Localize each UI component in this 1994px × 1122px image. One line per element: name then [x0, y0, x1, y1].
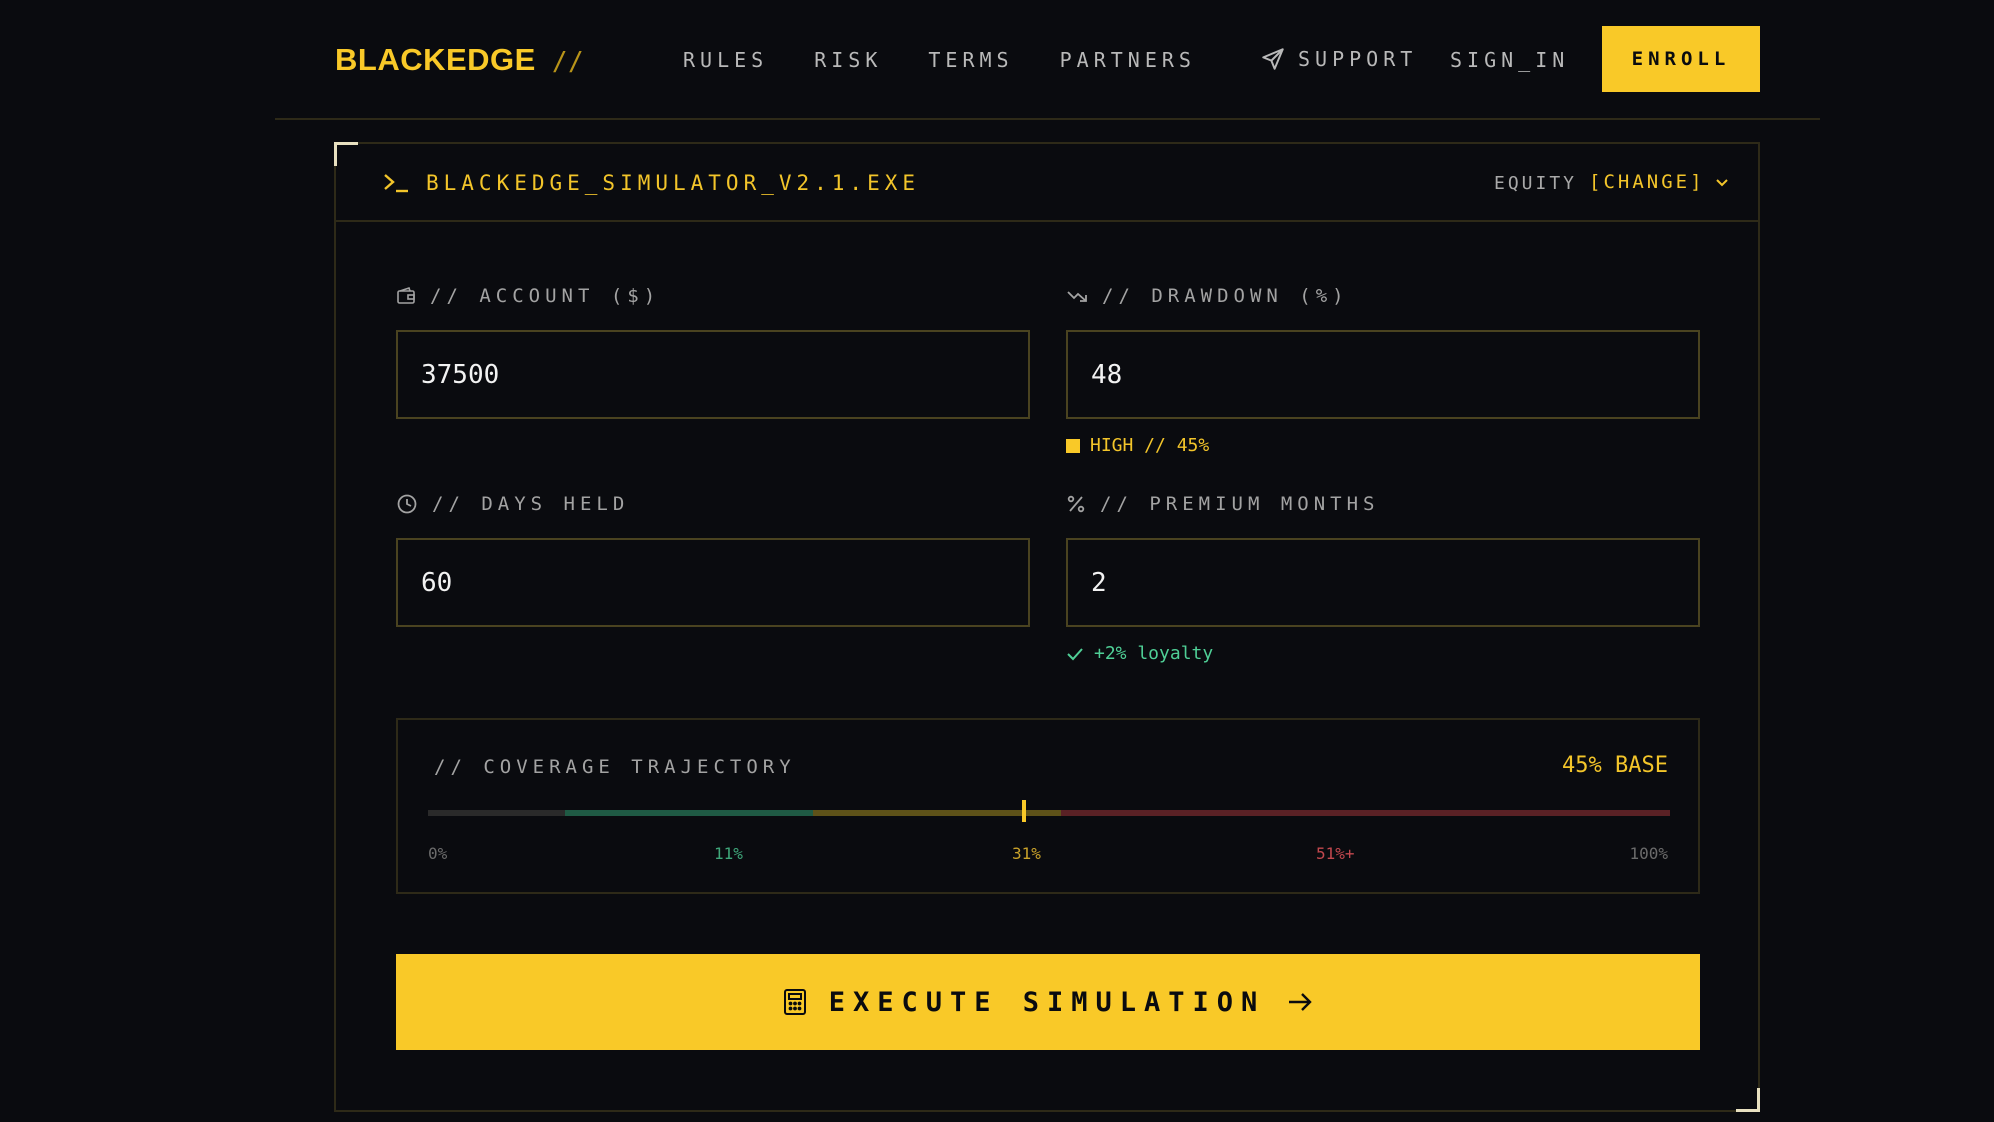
nav-link-terms[interactable]: TERMS	[928, 48, 1013, 72]
wallet-icon	[397, 286, 415, 304]
mode-label: EQUITY	[1494, 173, 1578, 194]
brand-logo[interactable]: BLACKEDGE //	[335, 42, 584, 78]
nav-link-risk[interactable]: RISK	[814, 48, 882, 72]
brand-suffix: //	[551, 47, 585, 77]
nav-links: RULES RISK TERMS PARTNERS	[683, 48, 1196, 72]
tick-label-31: 31%	[1012, 844, 1041, 863]
brand-name: BLACKEDGE	[335, 42, 536, 77]
drawdown-input[interactable]	[1066, 330, 1700, 419]
premium-months-label: // PREMIUM MONTHS	[1100, 493, 1380, 515]
calculator-icon	[783, 989, 806, 1015]
drawdown-label-row: // DRAWDOWN (%)	[1066, 284, 1700, 308]
drawdown-field-group: // DRAWDOWN (%) HIGH // 45%	[1066, 284, 1700, 456]
corner-bracket-bottom-right	[1736, 1088, 1760, 1112]
days-held-label-row: // DAYS HELD	[396, 492, 1030, 516]
enroll-button[interactable]: ENROLL	[1602, 26, 1760, 92]
drawdown-hint-text: HIGH // 45%	[1090, 435, 1210, 456]
support-label: SUPPORT	[1298, 47, 1418, 71]
days-held-input[interactable]	[396, 538, 1030, 627]
risk-indicator-square	[1066, 438, 1080, 453]
chevron-down-icon	[1715, 179, 1728, 187]
clock-icon	[397, 494, 417, 514]
trajectory-label: // COVERAGE TRAJECTORY	[434, 756, 796, 778]
mode-change-label: [CHANGE]	[1589, 171, 1705, 193]
trending-down-icon	[1067, 291, 1087, 302]
nav-link-rules[interactable]: RULES	[683, 48, 768, 72]
tick-label-100: 100%	[1629, 844, 1668, 863]
execute-label: EXECUTE SIMULATION	[828, 986, 1266, 1018]
tick-label-11: 11%	[714, 844, 743, 863]
trajectory-base-value: 45% BASE	[1562, 753, 1668, 778]
panel-title: BLACKEDGE_SIMULATOR_V2.1.EXE	[426, 171, 921, 195]
premium-months-field-group: // PREMIUM MONTHS +2% loyalty	[1066, 492, 1700, 664]
execute-simulation-button[interactable]: EXECUTE SIMULATION	[396, 954, 1700, 1050]
account-label-row: // ACCOUNT ($)	[396, 284, 1030, 308]
premium-months-hint: +2% loyalty	[1066, 643, 1700, 664]
mode-change-dropdown[interactable]: [CHANGE]	[1589, 171, 1729, 193]
account-input[interactable]	[396, 330, 1030, 419]
premium-months-label-row: // PREMIUM MONTHS	[1066, 492, 1700, 516]
nav-link-partners[interactable]: PARTNERS	[1060, 48, 1196, 72]
trajectory-marker[interactable]	[1022, 800, 1027, 822]
top-nav: BLACKEDGE // RULES RISK TERMS PARTNERS SU…	[275, 0, 1820, 120]
terminal-prompt-icon	[384, 174, 408, 193]
support-link[interactable]: SUPPORT	[1260, 46, 1417, 72]
trajectory-segment-high	[1061, 810, 1670, 816]
check-icon	[1067, 647, 1083, 660]
trajectory-segment-safe	[564, 810, 813, 816]
send-icon	[1262, 48, 1284, 70]
tick-label-51: 51%+	[1316, 844, 1355, 863]
arrow-right-icon	[1289, 993, 1312, 1011]
panel-header: BLACKEDGE_SIMULATOR_V2.1.EXE EQUITY [CHA…	[336, 144, 1758, 222]
percent-icon	[1067, 495, 1085, 513]
page: BLACKEDGE // RULES RISK TERMS PARTNERS SU…	[0, 0, 1994, 1122]
trajectory-segment-low	[428, 810, 565, 816]
account-field-group: // ACCOUNT ($)	[396, 284, 1030, 419]
days-held-field-group: // DAYS HELD	[396, 492, 1030, 627]
premium-months-hint-text: +2% loyalty	[1094, 643, 1214, 664]
drawdown-label: // DRAWDOWN (%)	[1102, 285, 1349, 307]
tick-label-0: 0%	[428, 844, 448, 863]
premium-months-input[interactable]	[1066, 538, 1700, 627]
simulator-panel: BLACKEDGE_SIMULATOR_V2.1.EXE EQUITY [CHA…	[334, 142, 1760, 1112]
drawdown-risk-hint: HIGH // 45%	[1066, 435, 1700, 456]
coverage-trajectory: // COVERAGE TRAJECTORY 45% BASE 0% 11% 3…	[396, 718, 1700, 894]
days-held-label: // DAYS HELD	[432, 493, 630, 515]
trajectory-bar	[428, 810, 1670, 816]
account-label: // ACCOUNT ($)	[430, 285, 661, 307]
sign-in-link[interactable]: SIGN_IN	[1450, 48, 1569, 72]
